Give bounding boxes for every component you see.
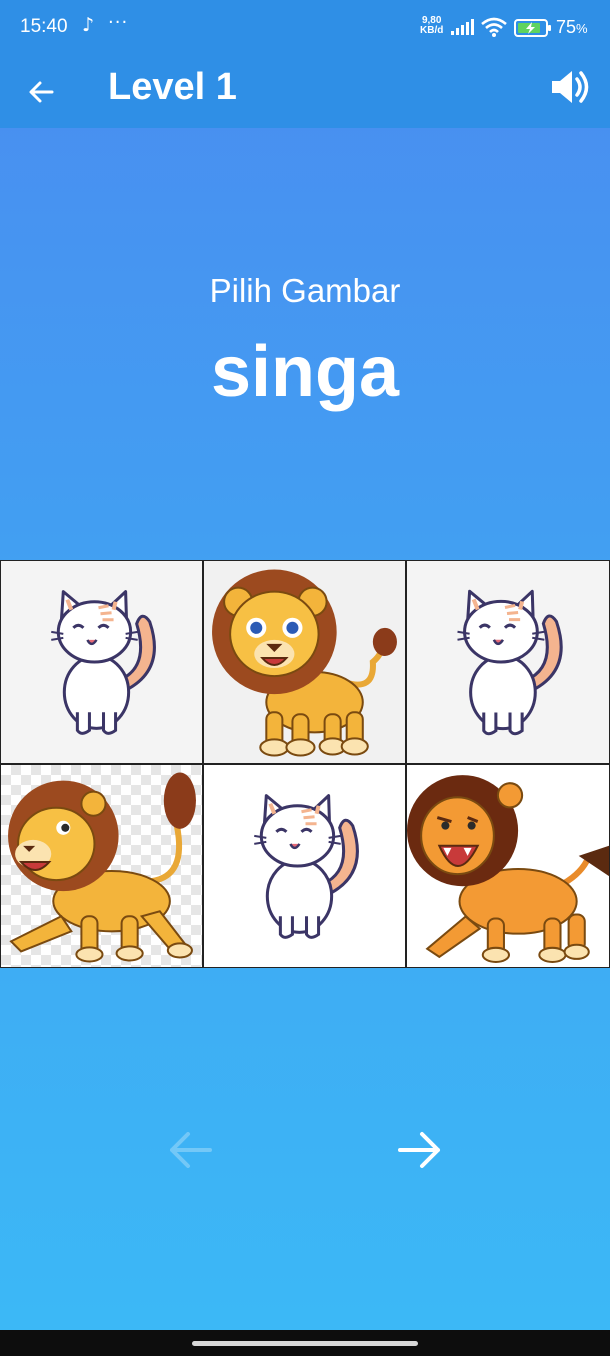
arrow-left-icon[interactable] (166, 1128, 214, 1172)
lion-image (407, 775, 609, 963)
cat-image (457, 589, 563, 736)
status-bar: 15:40 ♪ ··· 9,80 KB/d 75% (0, 0, 610, 58)
cat-image (51, 590, 156, 735)
wifi-icon (481, 17, 507, 37)
signal-icon (451, 19, 474, 35)
battery-percent: 75% (556, 17, 588, 38)
music-note-icon: ♪ (82, 14, 95, 36)
question-prompt: Pilih Gambar (209, 272, 401, 309)
battery-percent-value: 75 (556, 17, 577, 37)
answer-tile-lion[interactable] (406, 764, 610, 968)
system-nav-bar (0, 1330, 610, 1356)
speaker-icon[interactable] (548, 64, 594, 110)
answer-tile-cat[interactable] (406, 560, 610, 764)
answer-tile-cat[interactable] (203, 764, 406, 968)
status-time: 15:40 (20, 16, 68, 37)
arrow-right-icon[interactable] (396, 1128, 444, 1172)
lion-image (8, 772, 196, 963)
network-speed: 9,80 KB/d (420, 16, 443, 36)
answer-tile-cat[interactable] (0, 560, 203, 764)
home-indicator[interactable] (192, 1341, 418, 1346)
answer-tile-lion[interactable] (0, 764, 203, 968)
app-bar: Level 1 (0, 58, 610, 128)
page-title: Level 1 (108, 66, 237, 108)
answer-tile-lion[interactable] (203, 560, 406, 764)
cat-image (254, 794, 359, 939)
arrow-left-icon[interactable] (22, 72, 62, 112)
target-word: singa (210, 332, 400, 412)
network-speed-unit: KB/d (420, 25, 444, 36)
lion-image (212, 569, 397, 757)
battery-icon (514, 19, 551, 37)
answer-grid (0, 560, 610, 968)
more-notifications-icon: ··· (108, 12, 129, 33)
battery-percent-unit: % (576, 21, 588, 36)
